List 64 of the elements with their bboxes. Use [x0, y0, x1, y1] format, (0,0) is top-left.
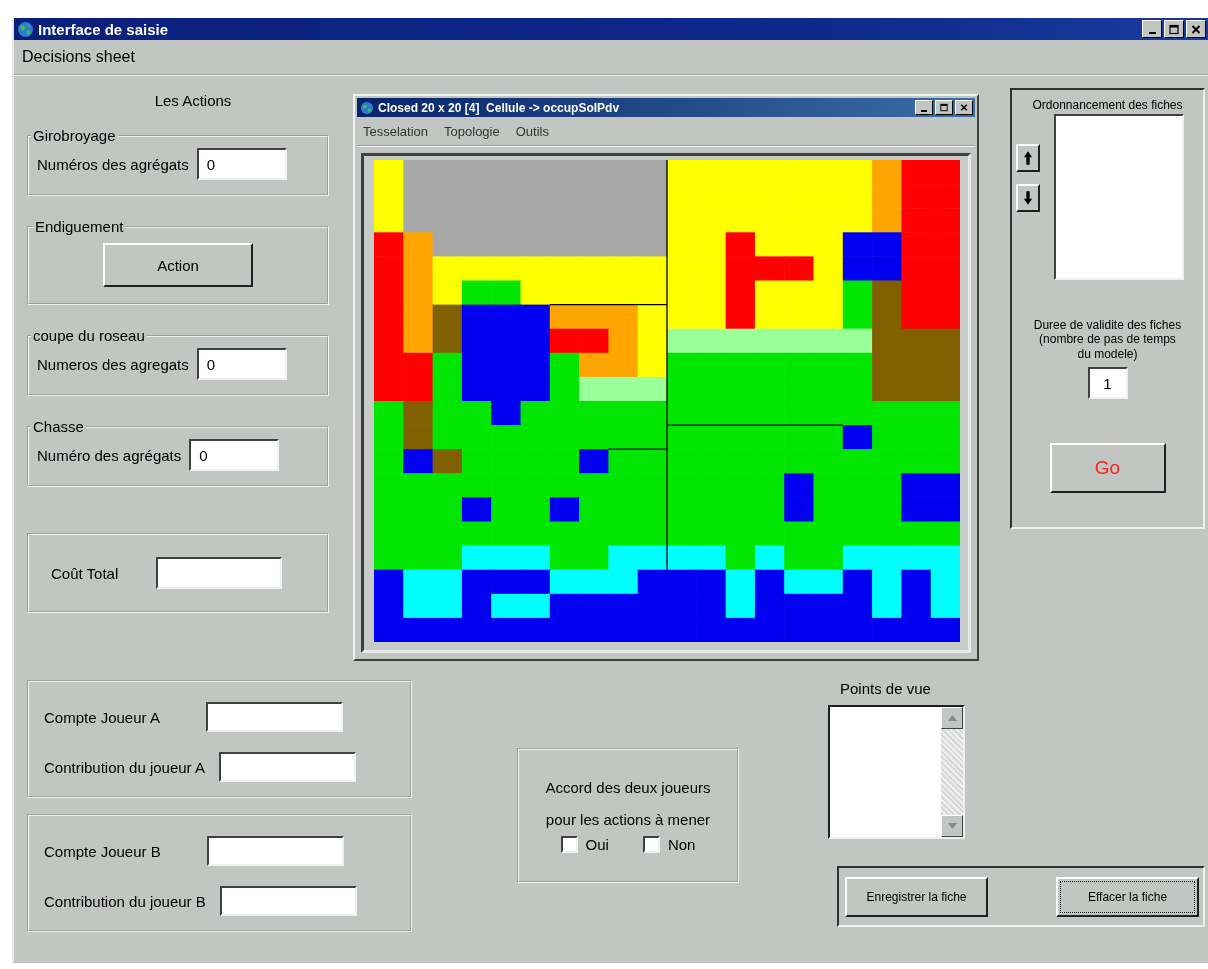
action-button[interactable]: Action — [103, 243, 253, 287]
globe-icon — [360, 100, 374, 115]
group-legend: Endiguement — [33, 218, 126, 235]
field-label: Contribution du joueur B — [44, 892, 206, 910]
minimize-icon — [1148, 31, 1156, 34]
list-box[interactable] — [828, 705, 965, 839]
menu-item[interactable]: Outils — [515, 123, 549, 139]
close-icon — [960, 103, 968, 112]
globe-icon — [17, 20, 34, 38]
triangle-down-icon — [947, 823, 957, 829]
group-legend: coupe du roseau — [31, 327, 147, 344]
field-label: Numeros des agregats — [37, 355, 189, 373]
input-field[interactable] — [156, 557, 283, 589]
field-label: Contribution du joueur A — [44, 758, 205, 776]
input-field[interactable]: 0 — [189, 439, 280, 471]
group-legend: Chasse — [31, 418, 86, 435]
menu-item[interactable]: Topologie — [444, 123, 500, 139]
field-label: Numéro des agrégats — [37, 446, 182, 464]
question-text: Accord des deux joueurs pour les actions à mener — [544, 778, 712, 830]
checkbox[interactable] — [642, 836, 660, 853]
field-label: Duree de validite des fiches (nombre de pas de temps du modele) — [1033, 318, 1182, 362]
minimize-button[interactable] — [1142, 20, 1162, 38]
scroll-down-button[interactable] — [941, 815, 963, 837]
checkbox-label: Non — [667, 836, 696, 853]
close-button[interactable] — [1186, 20, 1206, 38]
move-up-button[interactable] — [1016, 144, 1040, 172]
minimize-icon — [921, 109, 927, 112]
section-title: Les Actions — [154, 92, 232, 109]
input-field[interactable]: 0 — [196, 348, 287, 380]
maximize-button[interactable] — [1164, 20, 1184, 38]
group-legend: Girobroyage — [31, 127, 118, 144]
maximize-button[interactable] — [935, 100, 953, 115]
move-down-button[interactable] — [1016, 184, 1040, 212]
checkbox[interactable] — [560, 836, 578, 853]
form-button[interactable]: Effacer la fiche — [1056, 876, 1199, 917]
input-field[interactable]: 1 — [1087, 367, 1128, 400]
field-label: Compte Joueur B — [44, 842, 161, 860]
window-title: Closed 20 x 20 [4] Cellule -> occupSolPdv — [378, 100, 620, 115]
checkbox-label: Oui — [585, 836, 609, 853]
list-box[interactable] — [1054, 114, 1184, 280]
maximize-icon — [940, 103, 948, 112]
close-button[interactable] — [955, 100, 973, 115]
input-field[interactable] — [218, 752, 356, 782]
scroll-bar[interactable] — [941, 707, 963, 837]
field-label: Coût Total — [51, 564, 119, 582]
panel-title: Ordonnancement des fiches — [1032, 98, 1183, 112]
arrow-down-icon — [1023, 189, 1033, 207]
close-icon — [1191, 23, 1201, 35]
form-button[interactable]: Enregistrer la fiche — [845, 876, 988, 917]
input-field[interactable] — [206, 836, 344, 866]
maximize-icon — [1169, 23, 1179, 35]
field-label: Numéros des agrégats — [37, 155, 189, 173]
menu-item[interactable]: Decisions sheet — [22, 48, 135, 66]
input-field[interactable]: 0 — [196, 148, 287, 180]
field-label: Compte Joueur A — [44, 708, 160, 726]
triangle-up-icon — [947, 715, 957, 721]
arrow-up-icon — [1023, 149, 1033, 167]
minimize-button[interactable] — [915, 100, 933, 115]
scroll-up-button[interactable] — [941, 707, 963, 729]
input-field[interactable] — [219, 886, 357, 916]
window-title: Interface de saisie — [38, 20, 169, 38]
input-field[interactable] — [205, 702, 343, 732]
list-label: Points de vue — [840, 680, 932, 697]
menu-item[interactable]: Tesselation — [363, 123, 429, 139]
